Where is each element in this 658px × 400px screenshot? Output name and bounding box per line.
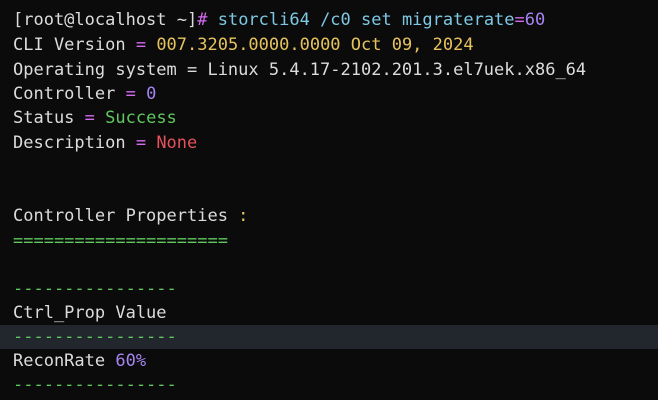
command-text: storcli64 /c0 set migraterate bbox=[207, 10, 515, 30]
section-title-line: Controller Properties : bbox=[13, 204, 658, 228]
description-line: Description = None bbox=[13, 131, 658, 155]
section-underline: ===================== bbox=[13, 231, 228, 251]
terminal-window[interactable]: [root@localhost ~]# storcli64 /c0 set mi… bbox=[0, 0, 658, 400]
os-text: Operating system = Linux 5.4.17-2102.201… bbox=[13, 60, 587, 80]
controller-line: Controller = 0 bbox=[13, 82, 658, 106]
cli-version-value: 007.3205.0000.0000 Oct 09, 2024 bbox=[156, 35, 474, 55]
description-equals: = bbox=[135, 133, 157, 153]
status-value: Success bbox=[105, 108, 177, 128]
prompt-user-host: [root@localhost ~] bbox=[13, 10, 198, 30]
cli-version-line: CLI Version = 007.3205.0000.0000 Oct 09,… bbox=[13, 33, 658, 57]
cli-version-label: CLI Version bbox=[13, 35, 136, 55]
section-title: Controller Properties bbox=[13, 206, 239, 226]
table-header: Ctrl_Prop Value bbox=[13, 303, 167, 323]
controller-label: Controller bbox=[13, 84, 126, 104]
table-row-value: 60% bbox=[115, 351, 147, 371]
section-colon: : bbox=[238, 206, 249, 226]
table-row: ReconRate 60% bbox=[13, 349, 658, 373]
controller-value: 0 bbox=[146, 84, 157, 104]
command-value: 60 bbox=[524, 10, 546, 30]
table-row-prop: ReconRate bbox=[13, 351, 116, 371]
prompt-symbol: # bbox=[197, 10, 208, 30]
description-value: None bbox=[156, 133, 198, 153]
table-rule-top: ---------------- bbox=[13, 279, 177, 299]
status-equals: = bbox=[84, 108, 106, 128]
os-line: Operating system = Linux 5.4.17-2102.201… bbox=[13, 58, 658, 82]
cli-version-equals: = bbox=[135, 35, 157, 55]
status-label: Status bbox=[13, 108, 85, 128]
command-prompt-line: [root@localhost ~]# storcli64 /c0 set mi… bbox=[13, 8, 658, 32]
status-line: Status = Success bbox=[13, 106, 658, 130]
table-rule-bottom: ---------------- bbox=[13, 375, 177, 395]
command-equals: = bbox=[514, 10, 525, 30]
controller-equals: = bbox=[125, 84, 147, 104]
description-label: Description bbox=[13, 133, 136, 153]
table-rule-middle: ---------------- bbox=[13, 327, 177, 347]
